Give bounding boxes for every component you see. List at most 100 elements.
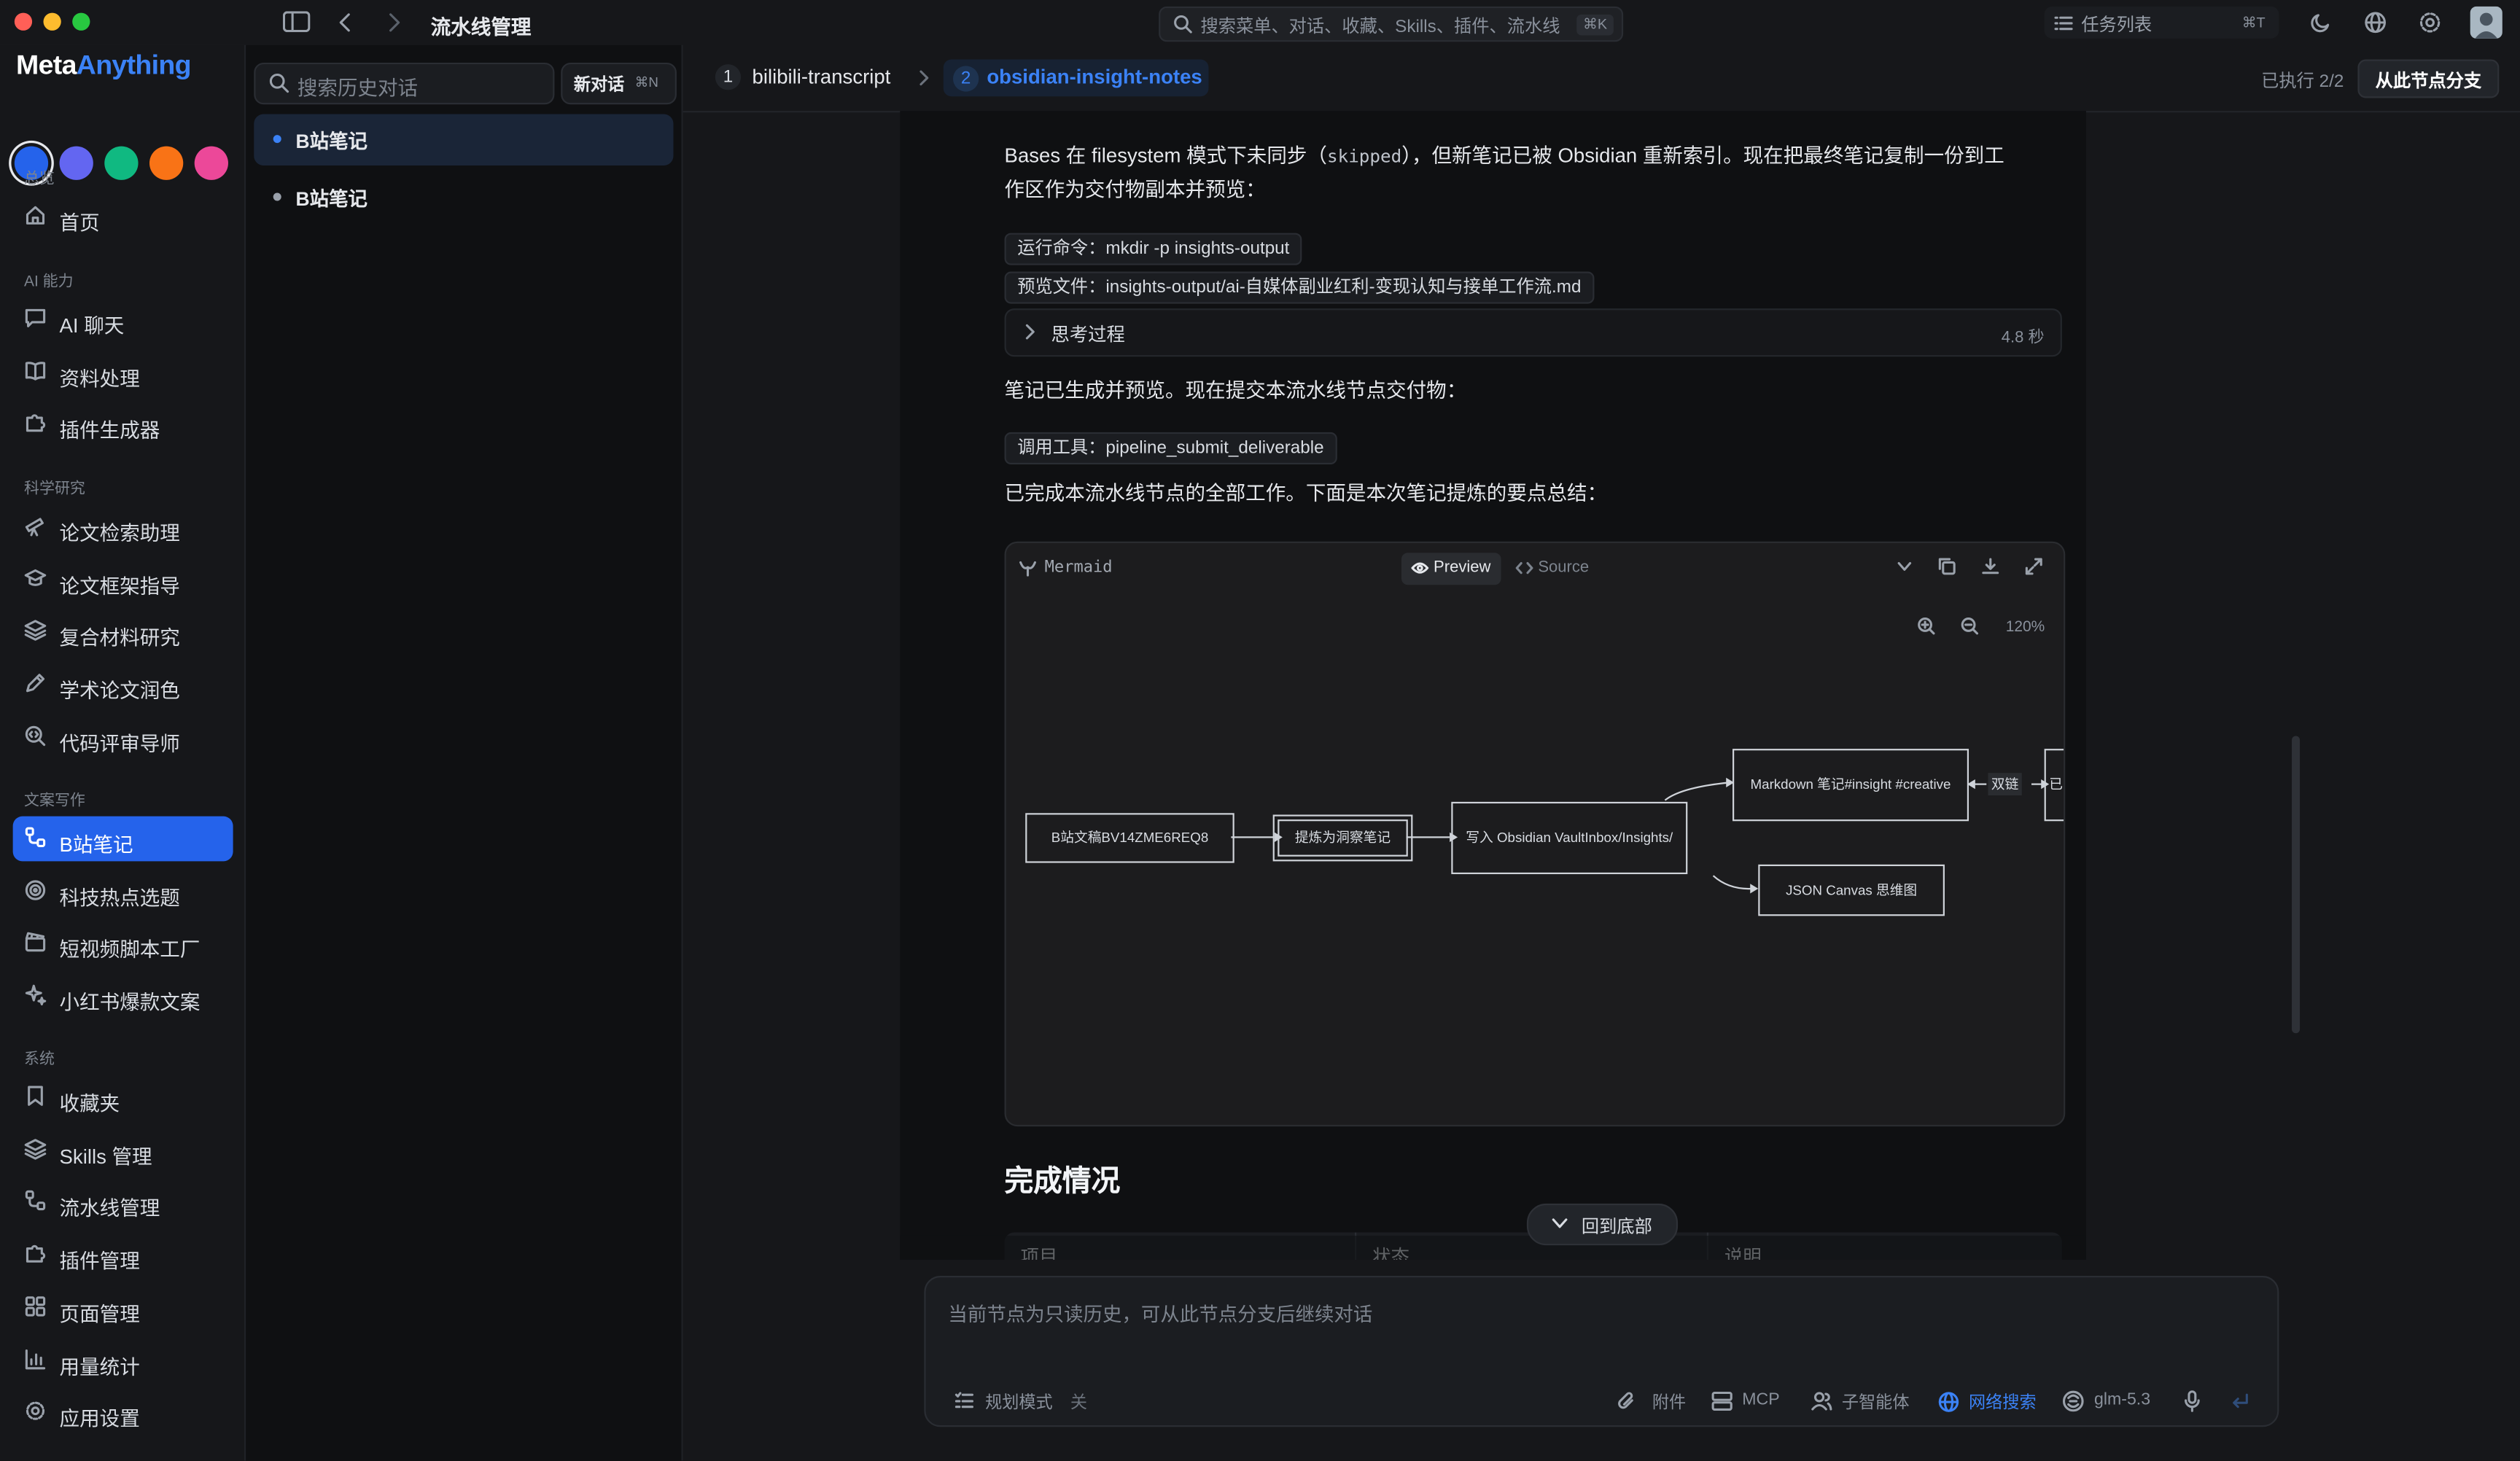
minimize-window-button[interactable] bbox=[43, 12, 61, 31]
sidebar-item[interactable]: 复合材料研究 bbox=[13, 609, 233, 655]
gear-icon[interactable] bbox=[2419, 11, 2441, 34]
completion-heading: 完成情况 bbox=[1004, 1164, 1121, 1198]
conversation-content: Bases 在 filesystem 模式下未同步（skipped），但新笔记已… bbox=[900, 111, 2086, 1261]
sidebar-item-label: 代码评审导师 bbox=[59, 732, 180, 755]
home-icon bbox=[24, 204, 47, 227]
flow-node-markdown: Markdown 笔记#insight #creative bbox=[1732, 749, 1969, 822]
content-scrollbar[interactable] bbox=[2292, 736, 2301, 1034]
sidebar-item[interactable]: 应用设置 bbox=[13, 1390, 233, 1435]
sidebar-toggle-icon[interactable] bbox=[282, 11, 311, 33]
model-selector[interactable]: glm-5.3 bbox=[2094, 1390, 2150, 1409]
sidebar-item[interactable]: 学术论文润色 bbox=[13, 662, 233, 707]
send-icon[interactable] bbox=[2229, 1390, 2252, 1413]
sidebar-item-label: 用量统计 bbox=[59, 1355, 140, 1379]
flow-node-extract: 提炼为洞察笔记 bbox=[1272, 814, 1413, 862]
sidebar-item[interactable]: 首页 bbox=[13, 195, 233, 240]
clapperboard-icon bbox=[24, 931, 47, 954]
theme-color-dot[interactable] bbox=[104, 146, 139, 180]
sidebar-item-label: 插件管理 bbox=[59, 1250, 140, 1273]
content-fade bbox=[900, 1235, 2086, 1261]
gear-icon bbox=[24, 1400, 47, 1422]
sidebar-item[interactable]: 收藏夹 bbox=[13, 1075, 233, 1121]
history-item[interactable]: B站笔记 bbox=[254, 172, 673, 224]
plan-mode-toggle[interactable]: 规划模式 bbox=[985, 1390, 1053, 1414]
edge-3 bbox=[1664, 782, 1730, 801]
flow-node-canvas: JSON Canvas 思维图 bbox=[1758, 864, 1945, 916]
sidebar-item[interactable]: 用量统计 bbox=[13, 1338, 233, 1383]
sidebar-item[interactable]: 页面管理 bbox=[13, 1285, 233, 1331]
chevron-down-icon bbox=[1551, 1217, 1568, 1231]
search-icon bbox=[1173, 15, 1192, 34]
history-item-label: B站笔记 bbox=[295, 130, 368, 153]
back-icon[interactable] bbox=[338, 11, 354, 34]
step-2-tab[interactable]: 2 obsidian-insight-notes bbox=[943, 59, 1209, 97]
sidebar-item-label: 复合材料研究 bbox=[59, 627, 180, 650]
globe-icon[interactable] bbox=[2364, 11, 2387, 34]
plan-mode-icon bbox=[954, 1392, 974, 1409]
sidebar-item[interactable]: Skills 管理 bbox=[13, 1128, 233, 1173]
mcp-button[interactable]: MCP bbox=[1742, 1390, 1779, 1409]
subagent-button[interactable]: 子智能体 bbox=[1842, 1390, 1910, 1414]
microphone-icon[interactable] bbox=[2184, 1390, 2200, 1413]
pen-icon bbox=[24, 672, 47, 695]
sidebar-item[interactable]: B站笔记 bbox=[12, 816, 233, 862]
workflow-icon bbox=[24, 826, 47, 849]
window-title: 流水线管理 bbox=[430, 16, 532, 39]
task-list-label: 任务列表 bbox=[2081, 16, 2152, 36]
chevron-right-icon bbox=[918, 69, 931, 87]
history-item[interactable]: B站笔记 bbox=[254, 114, 674, 166]
forward-icon[interactable] bbox=[386, 11, 402, 34]
task-list-button[interactable]: 任务列表 ⌘T bbox=[2044, 6, 2279, 39]
moon-icon[interactable] bbox=[2309, 11, 2332, 34]
sidebar-item-label: 学术论文润色 bbox=[59, 679, 180, 703]
theme-color-dot[interactable] bbox=[149, 146, 184, 180]
sidebar-item[interactable]: 插件生成器 bbox=[13, 402, 233, 448]
theme-color-dot[interactable] bbox=[194, 146, 228, 180]
bookmark-icon bbox=[24, 1085, 47, 1107]
thinking-label: 思考过程 bbox=[1051, 326, 1125, 346]
history-search-input[interactable]: 搜索历史对话 bbox=[254, 62, 555, 105]
step-label-1[interactable]: bilibili-transcript bbox=[752, 66, 891, 88]
flow-node-truncated: 已 bbox=[2044, 749, 2064, 822]
global-search-input[interactable]: 搜索菜单、对话、收藏、Skills、插件、流水线 ⌘K bbox=[1159, 6, 1624, 42]
new-chat-button[interactable]: 新对话 ⌘N bbox=[561, 62, 677, 105]
message-composer[interactable]: 当前节点为只读历史，可从此节点分支后继续对话 规划模式 关 附件 MCP 子智能… bbox=[924, 1276, 2279, 1427]
layers-icon bbox=[24, 619, 47, 642]
web-search-toggle[interactable]: 网络搜索 bbox=[1969, 1390, 2037, 1414]
logo-text-part2: Anything bbox=[76, 50, 192, 81]
history-panel: 搜索历史对话 新对话 ⌘N B站笔记 B站笔记 bbox=[246, 44, 683, 1461]
sidebar-item-label: Skills 管理 bbox=[59, 1145, 152, 1168]
maximize-window-button[interactable] bbox=[72, 12, 90, 31]
search-shortcut: ⌘K bbox=[1576, 14, 1614, 36]
list-icon bbox=[2054, 15, 2073, 32]
sidebar-item[interactable]: 资料处理 bbox=[13, 350, 233, 395]
close-window-button[interactable] bbox=[14, 12, 33, 31]
task-list-shortcut: ⌘T bbox=[2241, 14, 2266, 31]
theme-color-dot[interactable] bbox=[59, 146, 93, 180]
sidebar-item-label: 首页 bbox=[59, 211, 100, 235]
message-text: ），但新笔记已被 Obsidian 重新索引。现在把最终笔记复制一份到工 bbox=[1401, 144, 2004, 168]
back-to-bottom-button[interactable]: 回到底部 bbox=[1526, 1203, 1679, 1246]
sidebar-item[interactable]: 科技热点选题 bbox=[13, 869, 233, 914]
sidebar-item[interactable]: 短视频脚本工厂 bbox=[13, 922, 233, 967]
thinking-process-toggle[interactable]: 思考过程 4.8 秒 bbox=[1004, 308, 2062, 357]
sidebar-item[interactable]: 论文检索助理 bbox=[13, 504, 233, 550]
sidebar-item[interactable]: AI 聊天 bbox=[13, 297, 233, 343]
attach-button[interactable]: 附件 bbox=[1652, 1390, 1686, 1414]
branch-from-node-button[interactable]: 从此节点分支 bbox=[2357, 59, 2500, 98]
step-label-2: obsidian-insight-notes bbox=[987, 66, 1202, 89]
sidebar-item[interactable]: 代码评审导师 bbox=[13, 714, 233, 760]
sidebar-item[interactable]: 小红书爆款文案 bbox=[13, 974, 233, 1019]
sidebar: MetaAnything 总览 首页 AI 能力 AI 聊天 资料处理 插件生成器 科学研究… bbox=[0, 44, 246, 1461]
sidebar-item[interactable]: 论文框架指导 bbox=[13, 557, 233, 602]
sparkles-icon bbox=[24, 983, 47, 1006]
sidebar-item[interactable]: 插件管理 bbox=[13, 1233, 233, 1278]
paperclip-icon bbox=[1617, 1392, 1636, 1411]
bar-chart-icon bbox=[24, 1347, 47, 1370]
sidebar-item-label: 流水线管理 bbox=[59, 1197, 160, 1220]
new-chat-label: 新对话 bbox=[573, 75, 625, 96]
message-paragraph-1: Bases 在 filesystem 模式下未同步（skipped），但新笔记已… bbox=[1005, 140, 2066, 208]
avatar[interactable] bbox=[2470, 6, 2502, 39]
tool-call-chip: 调用工具：pipeline_submit_deliverable bbox=[1004, 432, 1337, 464]
sidebar-item[interactable]: 流水线管理 bbox=[13, 1180, 233, 1226]
